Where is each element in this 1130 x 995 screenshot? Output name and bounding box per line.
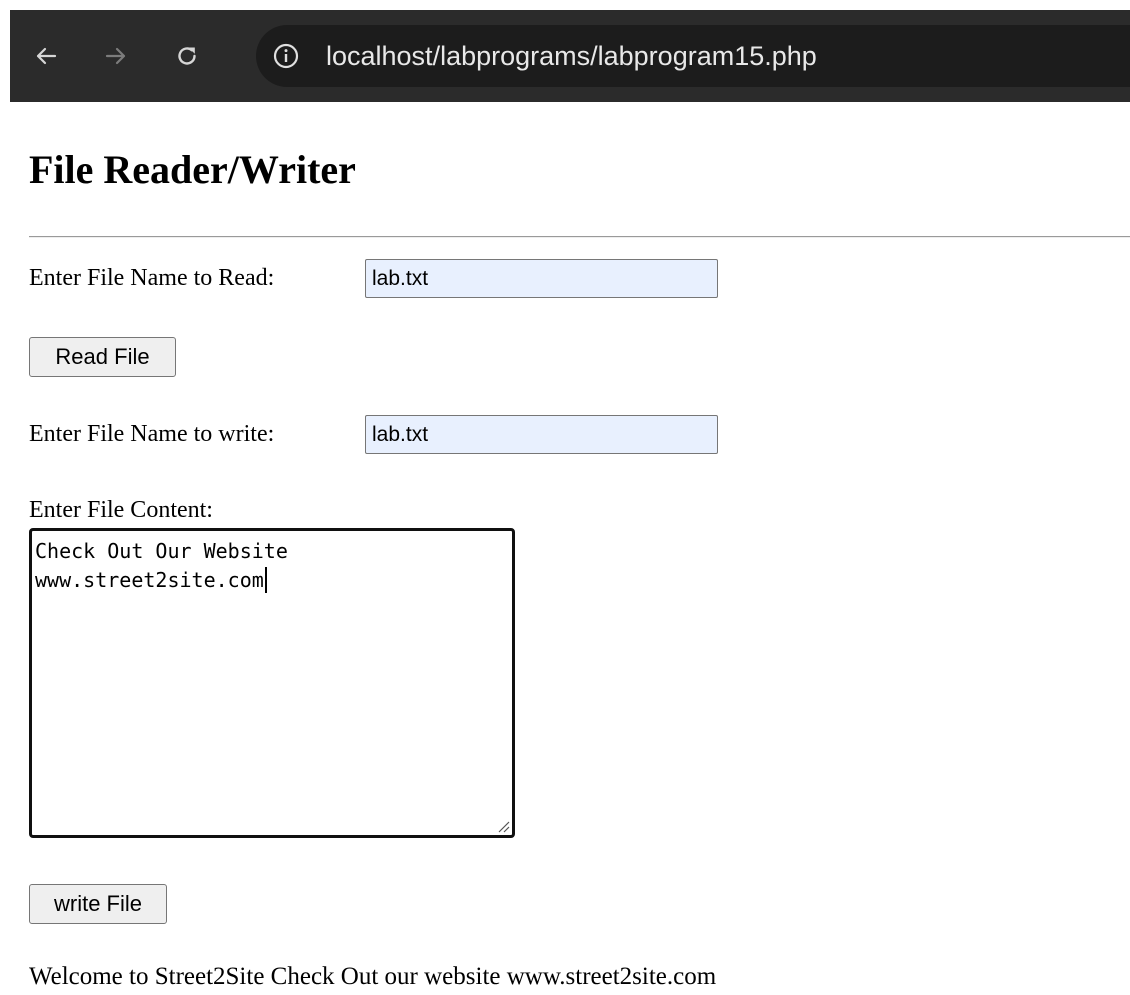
write-filename-label: Enter File Name to write: [29,421,275,447]
file-content-label: Enter File Content: [29,497,213,523]
page-title: File Reader/Writer [29,147,356,192]
address-bar[interactable]: localhost/labprograms/labprogram15.php [256,25,1130,87]
reload-icon [178,47,196,65]
read-filename-label: Enter File Name to Read: [29,265,275,291]
arrow-left-icon [36,47,57,65]
reload-button[interactable] [167,36,207,76]
content-line: www.street2site.com [35,568,264,592]
output-text: Welcome to Street2Site Check Out our web… [29,963,717,990]
write-filename-input[interactable]: lab.txt [365,415,718,454]
resize-grip-icon[interactable] [496,819,510,833]
content-line: Check Out Our Website [35,539,288,563]
forward-button[interactable] [96,36,136,76]
arrow-right-icon [105,47,126,65]
horizontal-rule [29,236,1130,238]
write-file-button[interactable]: write File [29,884,167,924]
file-content-textarea[interactable]: Check Out Our Website www.street2site.co… [29,528,515,838]
read-filename-input[interactable]: lab.txt [365,259,718,298]
content-line-with-caret: www.street2site.com [35,566,509,595]
read-file-button[interactable]: Read File [29,337,176,377]
back-button[interactable] [26,36,66,76]
info-circle-icon[interactable] [272,42,300,70]
text-caret [264,567,267,593]
url-text: localhost/labprograms/labprogram15.php [326,41,817,71]
browser-toolbar: localhost/labprograms/labprogram15.php [10,10,1130,102]
